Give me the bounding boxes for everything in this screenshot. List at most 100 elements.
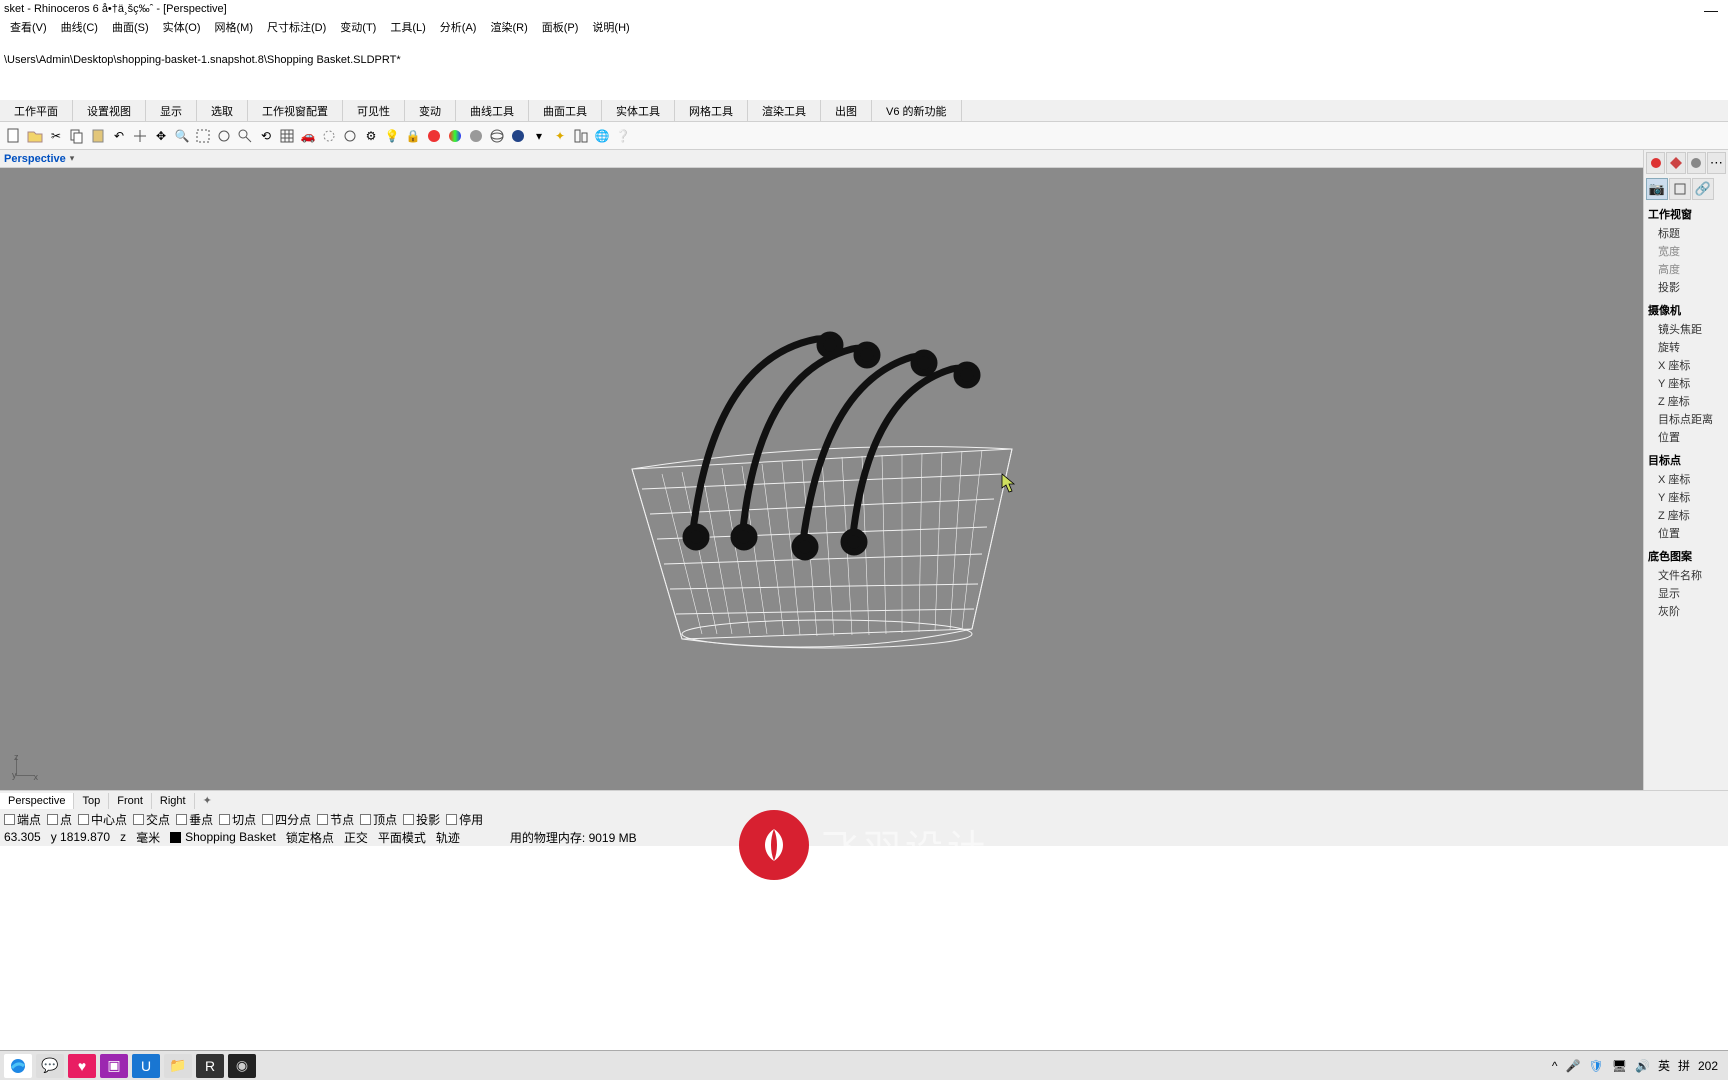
prop-tgt-y[interactable]: Y 座标 — [1648, 488, 1724, 506]
vtab-front[interactable]: Front — [109, 793, 152, 809]
prop-cam-z[interactable]: Z 座标 — [1648, 392, 1724, 410]
snap-perp[interactable]: 垂点 — [176, 811, 213, 828]
viewport-perspective[interactable]: z x y — [0, 168, 1643, 790]
prop-target-dist[interactable]: 目标点距离 — [1648, 410, 1724, 428]
prop-title[interactable]: 标题 — [1648, 224, 1724, 242]
vtab-top[interactable]: Top — [74, 793, 109, 809]
gridsnap[interactable]: 锁定格点 — [286, 829, 334, 846]
zoom-icon[interactable]: 🔍 — [172, 126, 192, 146]
snap-vertex[interactable]: 顶点 — [360, 811, 397, 828]
menu-view[interactable]: 查看(V) — [4, 19, 53, 35]
new-icon[interactable] — [4, 126, 24, 146]
menu-analyze[interactable]: 分析(A) — [434, 19, 483, 35]
open-icon[interactable] — [25, 126, 45, 146]
tab-drafting[interactable]: 出图 — [821, 100, 872, 121]
tray-volume-icon[interactable]: 🔊 — [1635, 1059, 1650, 1073]
zoom-sel-icon[interactable] — [235, 126, 255, 146]
command-area[interactable] — [0, 72, 1728, 100]
checkbox-icon[interactable] — [78, 814, 89, 825]
zoom-ext-icon[interactable] — [214, 126, 234, 146]
tray-time[interactable]: 202 — [1698, 1059, 1718, 1073]
tab-v6new[interactable]: V6 的新功能 — [872, 100, 962, 121]
pink-app-icon[interactable]: ♥ — [68, 1054, 96, 1078]
tab-vpconfig[interactable]: 工作视窗配置 — [248, 100, 343, 121]
smarttrack[interactable]: 轨迹 — [436, 829, 460, 846]
vtab-add-icon[interactable]: ✦ — [195, 792, 220, 809]
checkbox-icon[interactable] — [317, 814, 328, 825]
prop-filename[interactable]: 文件名称 — [1648, 566, 1724, 584]
link-tab-icon[interactable]: 🔗 — [1692, 178, 1714, 200]
checkbox-icon[interactable] — [219, 814, 230, 825]
light-icon[interactable]: 💡 — [382, 126, 402, 146]
prop-tgt-x[interactable]: X 座标 — [1648, 470, 1724, 488]
prop-proj[interactable]: 投影 — [1648, 278, 1724, 296]
layer-indicator[interactable]: Shopping Basket — [170, 830, 276, 844]
snap-quad[interactable]: 四分点 — [262, 811, 311, 828]
snap-disable[interactable]: 停用 — [446, 811, 483, 828]
prop-cam-pos[interactable]: 位置 — [1648, 428, 1724, 446]
snap-knot[interactable]: 节点 — [317, 811, 354, 828]
blue-sphere-icon[interactable] — [508, 126, 528, 146]
menu-solid[interactable]: 实体(O) — [157, 19, 207, 35]
planar[interactable]: 平面模式 — [378, 829, 426, 846]
viewport-title-bar[interactable]: Perspective ▾ — [0, 150, 1643, 168]
prop-tgt-z[interactable]: Z 座标 — [1648, 506, 1724, 524]
snap-end[interactable]: 端点 — [4, 811, 41, 828]
explorer-icon[interactable]: 📁 — [164, 1054, 192, 1078]
copy-icon[interactable] — [67, 126, 87, 146]
checkbox-icon[interactable] — [47, 814, 58, 825]
prop-cam-x[interactable]: X 座标 — [1648, 356, 1724, 374]
align-icon[interactable] — [571, 126, 591, 146]
menu-transform[interactable]: 变动(T) — [334, 19, 382, 35]
pan-icon[interactable] — [130, 126, 150, 146]
tray-mic-icon[interactable]: 🎤 — [1566, 1059, 1581, 1073]
grid-icon[interactable] — [277, 126, 297, 146]
globe-icon[interactable]: 🌐 — [592, 126, 612, 146]
prop-show[interactable]: 显示 — [1648, 584, 1724, 602]
blue-app-icon[interactable]: U — [132, 1054, 160, 1078]
car-icon[interactable]: 🚗 — [298, 126, 318, 146]
menu-surface[interactable]: 曲面(S) — [106, 19, 155, 35]
obs-icon[interactable]: ◉ — [228, 1054, 256, 1078]
tab-display[interactable]: 显示 — [146, 100, 197, 121]
help-icon[interactable]: ❔ — [613, 126, 633, 146]
minimize-icon[interactable]: — — [1704, 2, 1718, 18]
prop-tgt-pos[interactable]: 位置 — [1648, 524, 1724, 542]
red-sphere-icon[interactable] — [424, 126, 444, 146]
prop-focal[interactable]: 镜头焦距 — [1648, 320, 1724, 338]
paste-icon[interactable] — [88, 126, 108, 146]
hide-icon[interactable] — [319, 126, 339, 146]
checkbox-icon[interactable] — [133, 814, 144, 825]
rotate-icon[interactable]: ⟲ — [256, 126, 276, 146]
grey-sphere-icon[interactable] — [466, 126, 486, 146]
snap-project[interactable]: 投影 — [403, 811, 440, 828]
checkbox-icon[interactable] — [4, 814, 15, 825]
tray-up-icon[interactable]: ^ — [1552, 1059, 1558, 1073]
prop-cam-y[interactable]: Y 座标 — [1648, 374, 1724, 392]
rhino-icon[interactable]: R — [196, 1054, 224, 1078]
prop-rotate[interactable]: 旋转 — [1648, 338, 1724, 356]
tray-shield-icon[interactable]: 🛡 — [1589, 1059, 1604, 1073]
tray-ime-mode[interactable]: 拼 — [1678, 1057, 1690, 1074]
tab-surfacetools[interactable]: 曲面工具 — [529, 100, 602, 121]
zoom-window-icon[interactable] — [193, 126, 213, 146]
checkbox-icon[interactable] — [446, 814, 457, 825]
checkbox-icon[interactable] — [360, 814, 371, 825]
frame-tab-icon[interactable] — [1669, 178, 1691, 200]
more-tab-icon[interactable]: ⋯ — [1707, 152, 1726, 174]
tab-setview[interactable]: 设置视图 — [73, 100, 146, 121]
yellow-star-icon[interactable]: ✦ — [550, 126, 570, 146]
viewport-menu-arrow-icon[interactable]: ▾ — [70, 153, 75, 164]
tray-monitor-icon[interactable]: 🖥 — [1612, 1059, 1627, 1073]
cut-icon[interactable]: ✂ — [46, 126, 66, 146]
wire-sphere-icon[interactable] — [487, 126, 507, 146]
undo-icon[interactable]: ↶ — [109, 126, 129, 146]
dropdown-icon[interactable]: ▾ — [529, 126, 549, 146]
menu-curve[interactable]: 曲线(C) — [55, 19, 104, 35]
show-icon[interactable] — [340, 126, 360, 146]
menu-help[interactable]: 说明(H) — [586, 19, 635, 35]
sphere-tab-icon[interactable] — [1687, 152, 1706, 174]
ortho[interactable]: 正交 — [344, 829, 368, 846]
tab-cplane[interactable]: 工作平面 — [0, 100, 73, 121]
prop-gray[interactable]: 灰阶 — [1648, 602, 1724, 620]
